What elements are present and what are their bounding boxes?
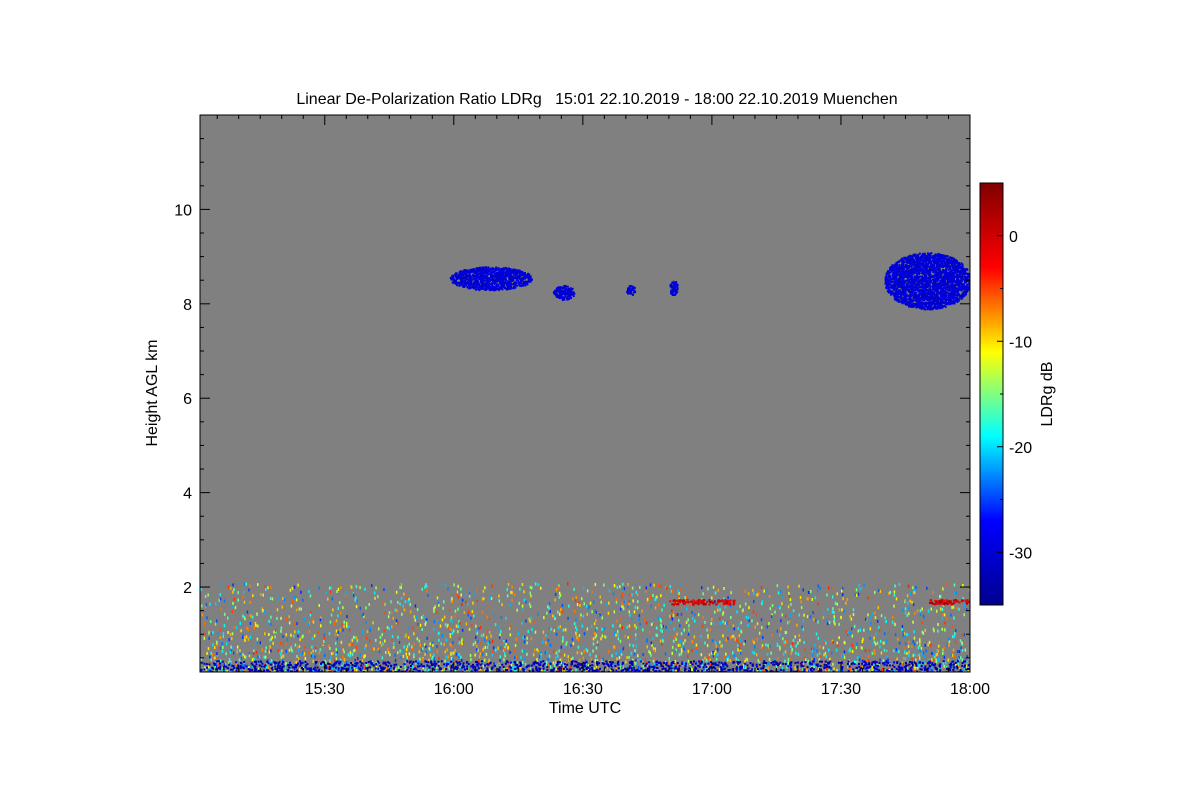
y-axis-label: Height AGL km xyxy=(144,339,161,446)
y-tick-label: 10 xyxy=(174,202,192,219)
y-tick-label: 4 xyxy=(183,486,192,503)
x-tick-label: 18:00 xyxy=(950,681,990,698)
y-tick-label: 6 xyxy=(183,391,192,408)
colorbar-tick-label: -20 xyxy=(1009,440,1032,457)
x-tick-label: 17:30 xyxy=(821,681,861,698)
x-axis-label: Time UTC xyxy=(549,700,621,717)
colorbar-label: LDRg dB xyxy=(1039,362,1056,427)
x-tick-label: 16:30 xyxy=(563,681,603,698)
colorbar xyxy=(979,182,1004,606)
chart-title: Linear De-Polarization Ratio LDRg 15:01 … xyxy=(296,91,897,108)
x-tick-label: 16:00 xyxy=(434,681,474,698)
colorbar-tick-label: -30 xyxy=(1009,545,1032,562)
colorbar-tick-label: -10 xyxy=(1009,334,1032,351)
ldr-chart: Linear De-Polarization Ratio LDRg 15:01 … xyxy=(144,91,1056,717)
y-tick-label: 2 xyxy=(183,580,192,597)
x-tick-label: 17:00 xyxy=(692,681,732,698)
plot-background xyxy=(200,115,970,672)
y-tick-label: 8 xyxy=(183,297,192,314)
x-tick-label: 15:30 xyxy=(305,681,345,698)
colorbar-tick-label: 0 xyxy=(1009,229,1018,246)
